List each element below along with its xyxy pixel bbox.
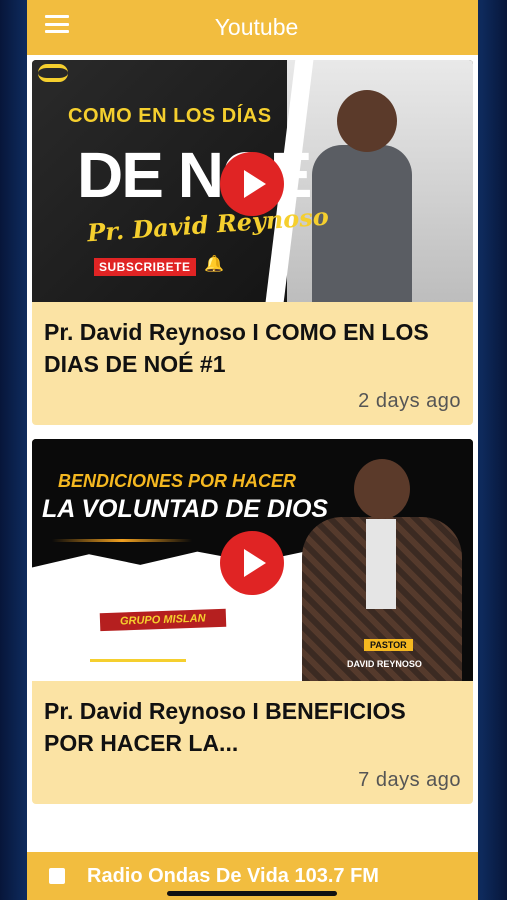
video-title[interactable]: Pr. David Reynoso I BENEFICIOS POR HACER… <box>44 695 461 759</box>
radio-station-label: Radio Ondas De Vida 103.7 FM <box>87 864 379 887</box>
pastor-name: DAVID REYNOSO <box>347 659 422 669</box>
stop-icon[interactable] <box>49 868 65 884</box>
video-title[interactable]: Pr. David Reynoso I COMO EN LOS DIAS DE … <box>44 316 461 380</box>
play-icon <box>244 549 266 577</box>
app-screen: Youtube COMO EN LOS DÍAS DE NOÉ Pr. Davi… <box>27 0 478 900</box>
app-bar: Youtube <box>27 0 478 55</box>
pastor-badge: PASTOR <box>364 639 413 651</box>
hamburger-icon[interactable] <box>43 13 71 35</box>
video-list[interactable]: COMO EN LOS DÍAS DE NOÉ Pr. David Reynos… <box>27 55 478 852</box>
video-card[interactable]: BENDICIONES POR HACER LA VOLUNTAD DE DIO… <box>32 439 473 804</box>
bell-icon: 🔔 <box>204 256 224 273</box>
play-button[interactable] <box>220 152 284 216</box>
video-card[interactable]: COMO EN LOS DÍAS DE NOÉ Pr. David Reynos… <box>32 60 473 425</box>
thumbnail-text: BENDICIONES POR HACER <box>58 471 297 491</box>
video-thumbnail[interactable]: BENDICIONES POR HACER LA VOLUNTAD DE DIO… <box>32 439 473 681</box>
thumbnail-text: LA VOLUNTAD DE DIOS <box>42 495 329 523</box>
page-title: Youtube <box>214 14 299 40</box>
video-thumbnail[interactable]: COMO EN LOS DÍAS DE NOÉ Pr. David Reynos… <box>32 60 473 302</box>
play-button[interactable] <box>220 531 284 595</box>
thumbnail-text: COMO EN LOS DÍAS <box>68 105 272 127</box>
video-timestamp: 2 days ago <box>358 390 461 412</box>
video-timestamp: 7 days ago <box>358 769 461 791</box>
subscribe-badge: SUBSCRIBETE <box>94 258 196 276</box>
logo-wave-icon <box>38 64 68 82</box>
play-icon <box>244 170 266 198</box>
home-indicator <box>167 891 337 896</box>
